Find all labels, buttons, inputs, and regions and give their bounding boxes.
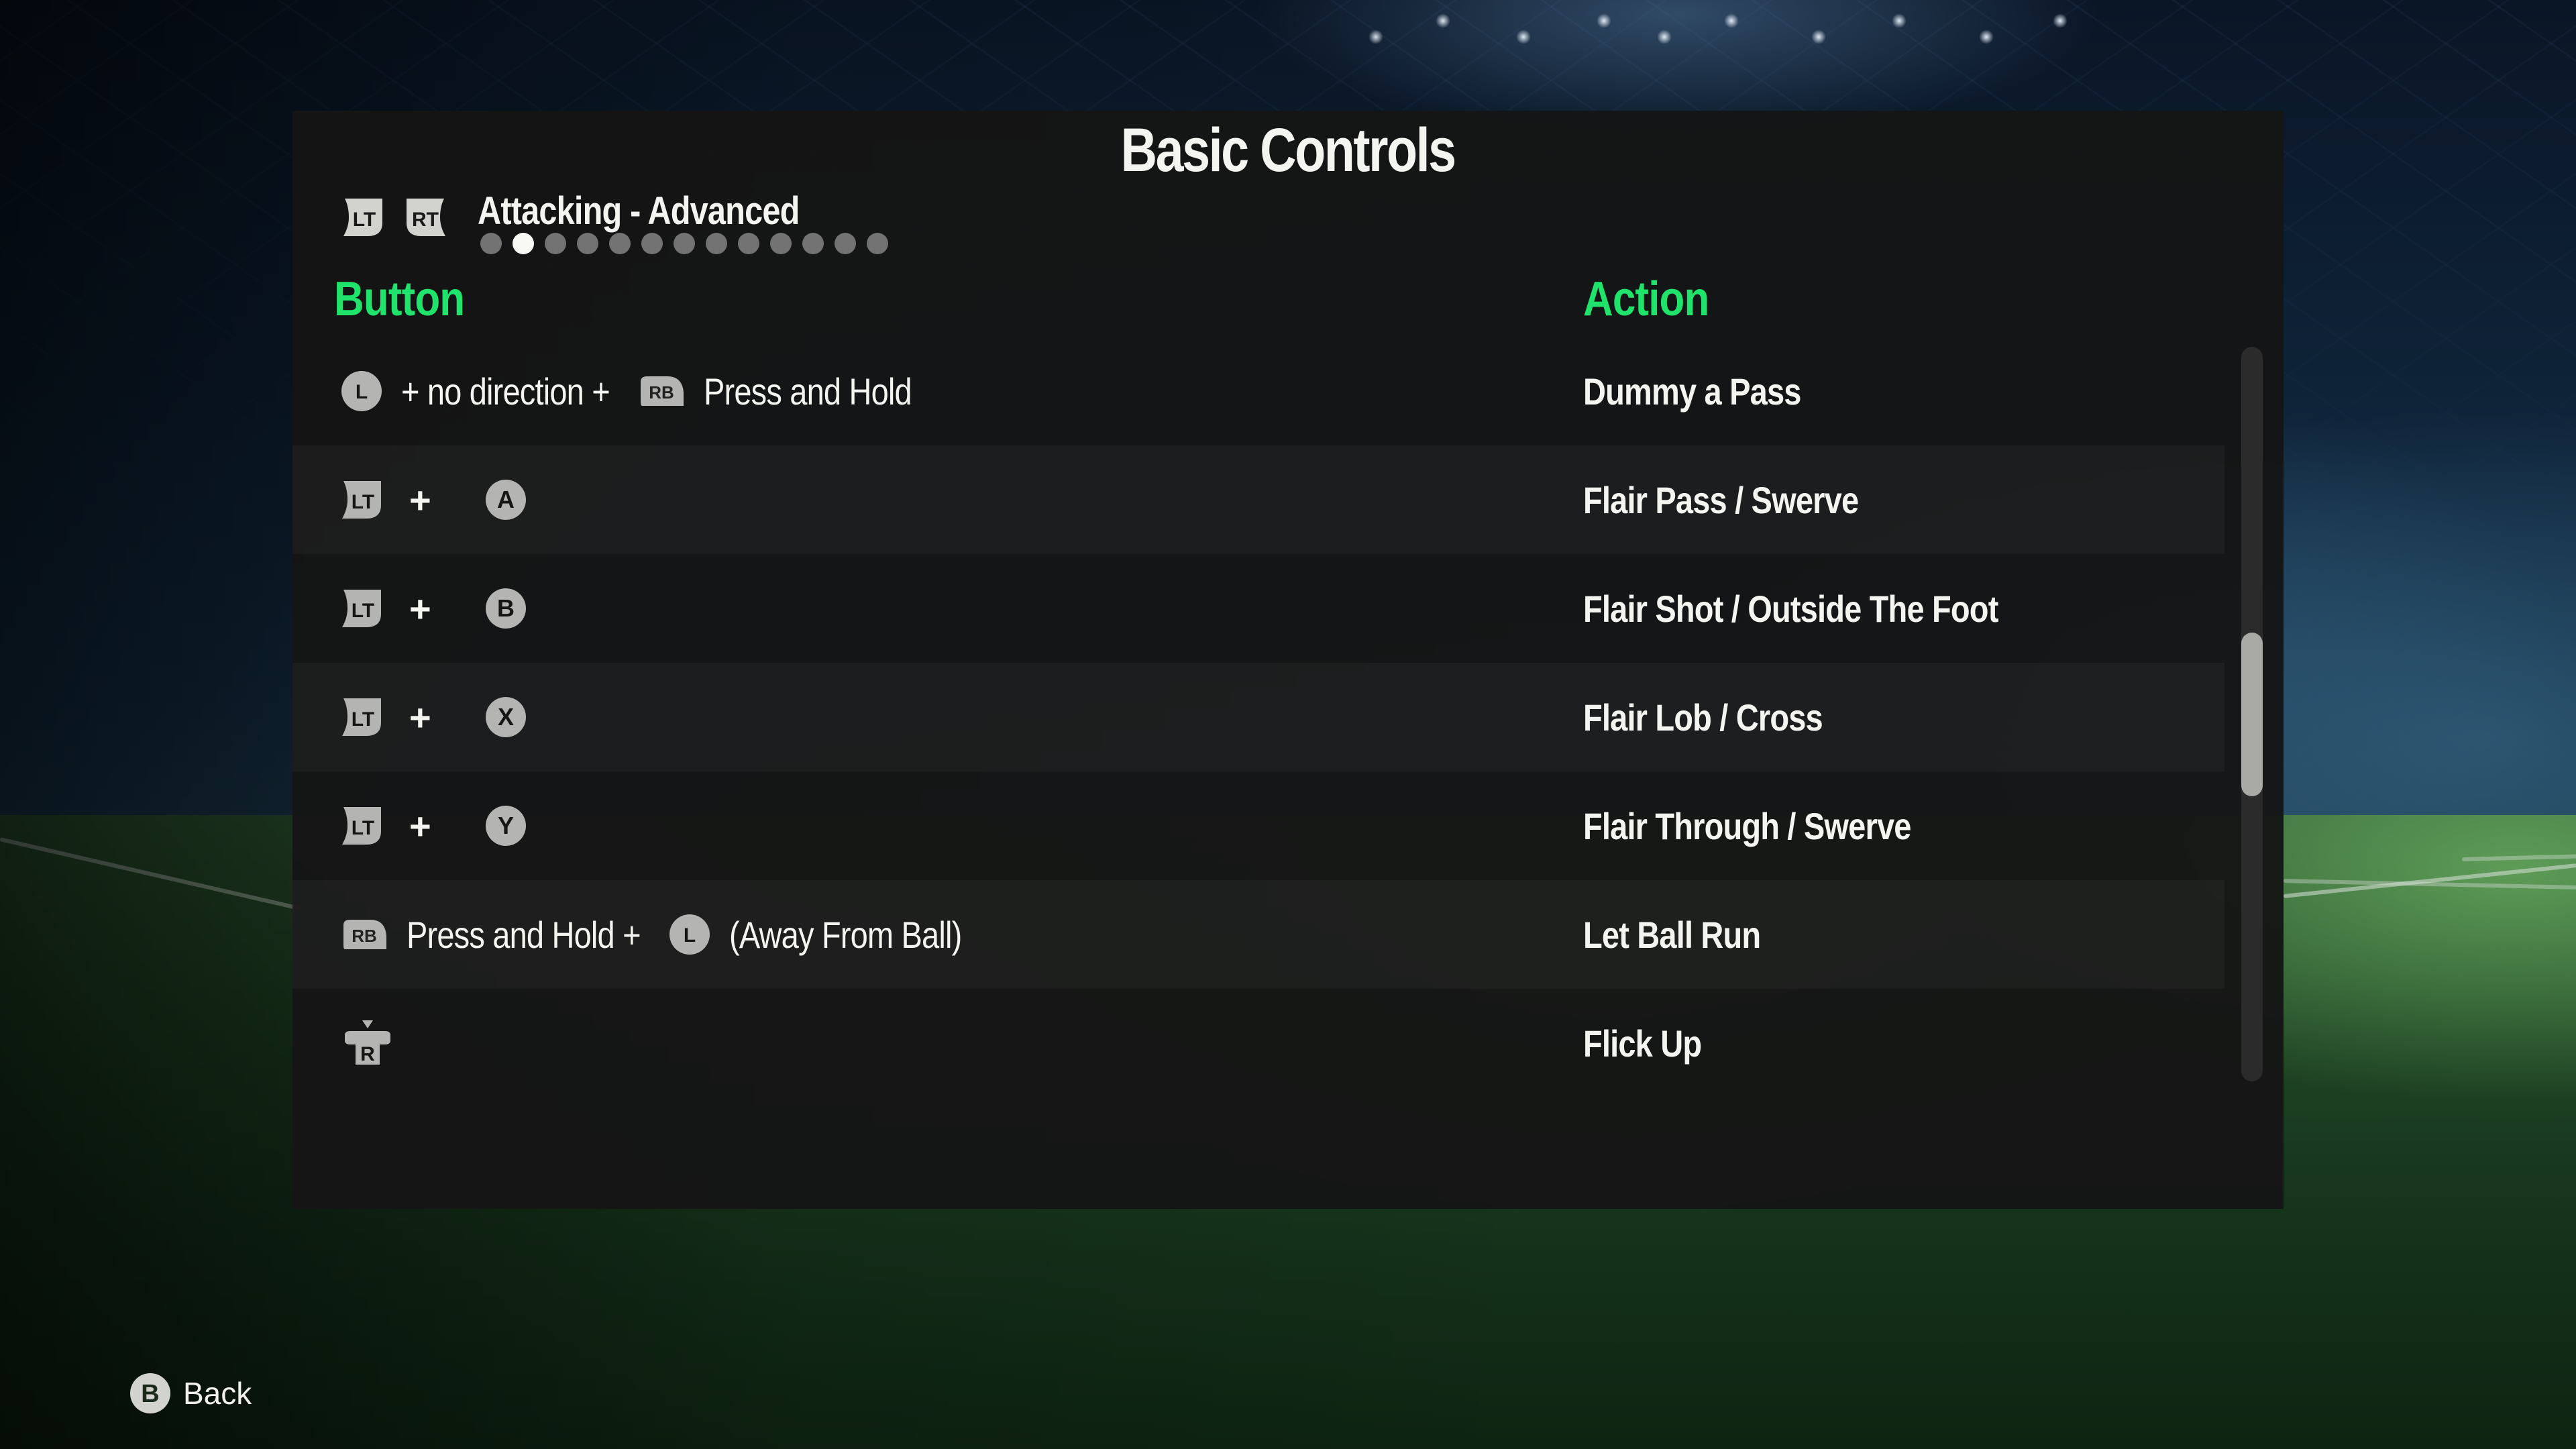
rt-trigger-icon[interactable]: RT	[405, 197, 447, 237]
button-combo: R	[341, 989, 394, 1097]
rb-bumper-icon: RB	[343, 920, 386, 949]
page-dot-active	[513, 233, 534, 254]
plus-sign: +	[409, 587, 431, 630]
svg-text:RT: RT	[412, 209, 439, 231]
svg-text:LT: LT	[352, 708, 374, 731]
page-dot	[545, 233, 566, 254]
x-button-icon: X	[485, 697, 526, 737]
page-dot	[609, 233, 631, 254]
svg-text:B: B	[497, 594, 515, 622]
action-cell: Flair Through / Swerve	[1583, 771, 1974, 880]
action-label: Flair Shot / Outside The Foot	[1583, 587, 1998, 630]
button-combo: LT + X	[341, 663, 527, 771]
page-dot	[577, 233, 598, 254]
page-title-text: Basic Controls	[1121, 116, 1456, 184]
page-dot	[738, 233, 759, 254]
column-header-action: Action	[1583, 272, 1709, 326]
svg-text:LT: LT	[353, 209, 376, 231]
action-label: Let Ball Run	[1583, 913, 1761, 956]
action-cell: Flair Shot / Outside The Foot	[1583, 554, 2077, 663]
action-label: Flair Pass / Swerve	[1583, 478, 1859, 521]
control-row[interactable]: L + no direction + RB Press and Hold Dummy a…	[292, 337, 2224, 445]
lt-trigger-icon: LT	[342, 481, 381, 519]
control-row[interactable]: RB Press and Hold + L (Away From Ball) Let B…	[292, 880, 2224, 989]
svg-text:X: X	[498, 703, 514, 731]
a-button-icon: A	[485, 480, 526, 520]
lt-trigger-icon: LT	[342, 590, 381, 627]
button-combo: LT + B	[341, 554, 527, 663]
svg-text:RB: RB	[649, 382, 674, 402]
svg-text:LT: LT	[352, 600, 374, 622]
page-dot	[802, 233, 824, 254]
action-label: Dummy a Pass	[1583, 370, 1801, 413]
action-label: Flair Lob / Cross	[1583, 696, 1823, 739]
action-cell: Let Ball Run	[1583, 880, 1794, 989]
control-row[interactable]: LT + A Flair Pass / Swerve	[292, 445, 2224, 554]
svg-text:LT: LT	[352, 491, 374, 513]
lt-trigger-icon[interactable]: LT	[342, 197, 384, 237]
page-dot	[480, 233, 502, 254]
button-combo: LT + A	[341, 445, 527, 554]
page-title: Basic Controls	[0, 119, 2576, 181]
button-combo: L + no direction + RB Press and Hold	[341, 337, 912, 445]
y-button-icon: Y	[485, 806, 526, 846]
action-label: Flair Through / Swerve	[1583, 804, 1911, 847]
action-cell: Flair Pass / Swerve	[1583, 445, 1911, 554]
lt-trigger-icon: LT	[342, 698, 381, 736]
action-cell: Dummy a Pass	[1583, 337, 1842, 445]
back-label: Back	[183, 1376, 252, 1411]
controls-list[interactable]: L + no direction + RB Press and Hold Dummy a…	[292, 337, 2224, 1097]
page-dot	[770, 233, 792, 254]
plus-sign: +	[409, 696, 431, 739]
svg-text:B: B	[141, 1380, 159, 1408]
left-stick-icon: L	[341, 371, 382, 411]
back-button[interactable]: B Back	[129, 1373, 252, 1413]
control-row[interactable]: R Flick Up	[292, 989, 2224, 1097]
plus-sign: +	[409, 478, 431, 521]
action-cell: Flair Lob / Cross	[1583, 663, 1868, 771]
button-combo: RB Press and Hold + L (Away From Ball)	[341, 880, 962, 989]
b-button-icon: B	[485, 588, 526, 629]
svg-text:R: R	[360, 1043, 375, 1065]
plus-sign: +	[409, 804, 431, 847]
category-label: Attacking - Advanced	[478, 189, 800, 233]
category-page-indicator	[480, 233, 888, 254]
button-combo-text: (Away From Ball)	[729, 913, 962, 956]
svg-text:LT: LT	[352, 817, 374, 839]
svg-text:RB: RB	[352, 926, 377, 946]
control-row[interactable]: LT + X Flair Lob / Cross	[292, 663, 2224, 771]
button-combo-text: Press and Hold +	[407, 913, 641, 956]
action-label: Flick Up	[1583, 1022, 1702, 1065]
svg-text:L: L	[356, 381, 368, 403]
button-combo-text: Press and Hold	[704, 370, 912, 413]
page-dot	[867, 233, 888, 254]
action-cell: Flick Up	[1583, 989, 1724, 1097]
scrollbar-thumb[interactable]	[2241, 632, 2263, 796]
control-row[interactable]: LT + B Flair Shot / Outside The Foot	[292, 554, 2224, 663]
page-dot	[674, 233, 695, 254]
lt-trigger-icon: LT	[342, 807, 381, 845]
svg-text:L: L	[684, 924, 696, 947]
control-row[interactable]: LT + Y Flair Through / Swerve	[292, 771, 2224, 880]
button-combo-text: + no direction +	[401, 370, 610, 413]
page-dot	[835, 233, 856, 254]
left-stick-icon: L	[669, 914, 710, 955]
b-button-icon: B	[130, 1373, 170, 1413]
page-dot	[641, 233, 663, 254]
svg-text:Y: Y	[498, 812, 514, 839]
right-stick-press-icon: R	[345, 1020, 390, 1065]
svg-text:A: A	[497, 486, 515, 513]
rb-bumper-icon: RB	[641, 376, 684, 406]
column-header-button: Button	[334, 272, 465, 326]
button-combo: LT + Y	[341, 771, 527, 880]
page-dot	[706, 233, 727, 254]
